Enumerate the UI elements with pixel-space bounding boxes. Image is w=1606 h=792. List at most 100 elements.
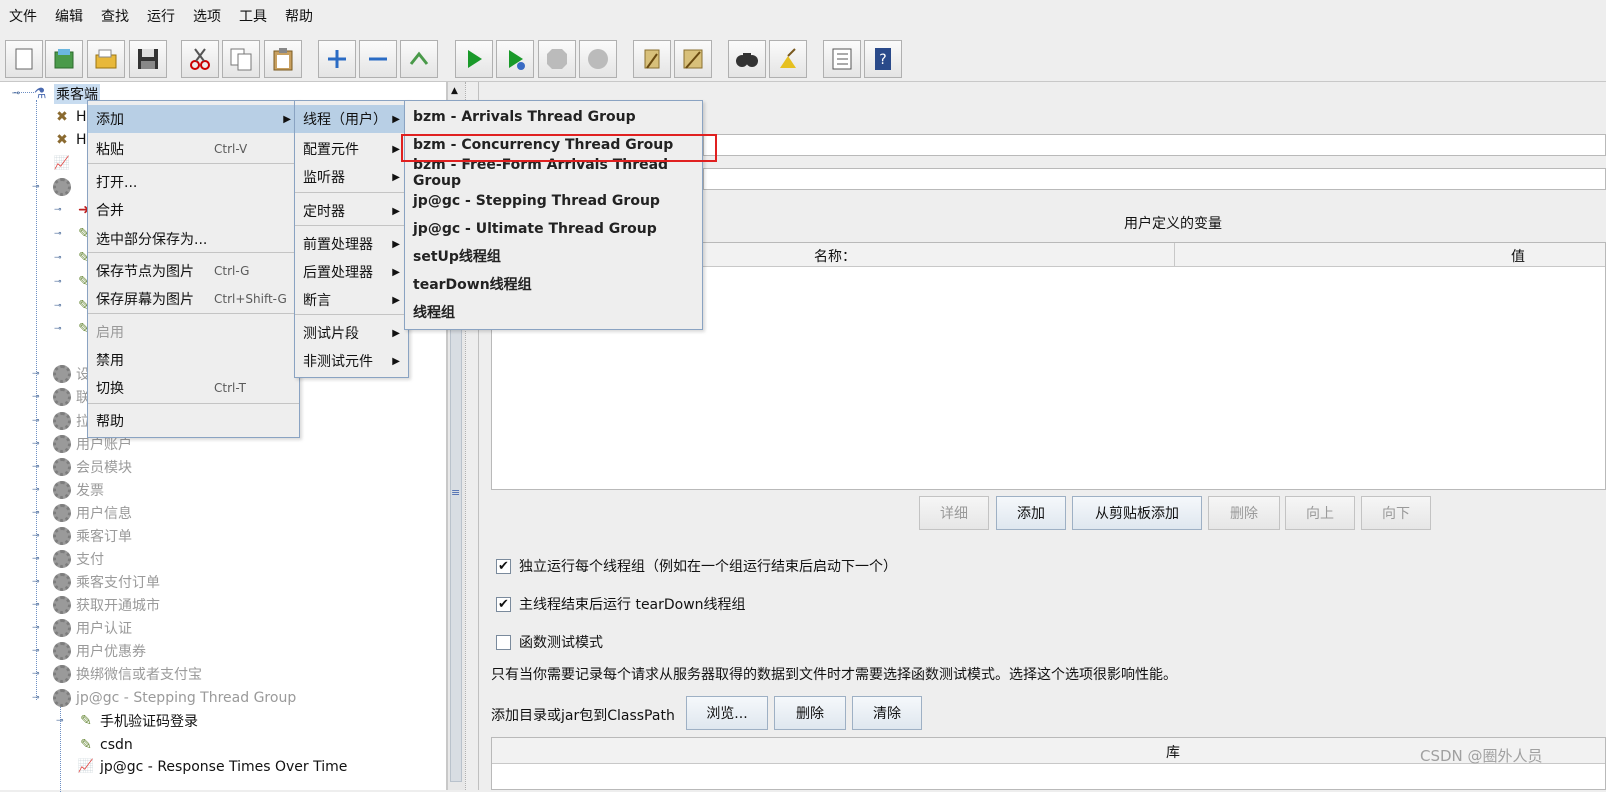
- expander-icon[interactable]: ⊸: [32, 693, 40, 703]
- tree-item[interactable]: ⊸ ✎ 手机验证码登录: [56, 709, 198, 732]
- stop-icon[interactable]: [538, 40, 576, 78]
- move-down-button[interactable]: 向下: [1361, 496, 1431, 530]
- tree-item[interactable]: ⊸ 联: [32, 385, 90, 408]
- tree-item[interactable]: ⊸ 获取开通城市: [32, 593, 160, 616]
- tree-item[interactable]: ✎ csdn: [76, 733, 133, 756]
- tree-item[interactable]: ⊸ 会员模块: [32, 455, 132, 478]
- checkbox[interactable]: ✔: [496, 596, 511, 612]
- expander-icon[interactable]: ⊸: [32, 416, 40, 426]
- expand-icon[interactable]: [318, 40, 356, 78]
- tree-root[interactable]: ⊸ ⚗ 乘客端: [6, 82, 100, 105]
- add-submenu-item[interactable]: 后置处理器 ▶: [295, 258, 408, 286]
- tree-item[interactable]: ✖ H: [52, 105, 86, 128]
- help-icon[interactable]: ?: [864, 40, 902, 78]
- cut-icon[interactable]: [181, 40, 219, 78]
- tree-item[interactable]: ⊸ 用户信息: [32, 501, 132, 524]
- open-icon[interactable]: [87, 40, 125, 78]
- expander-icon[interactable]: ⊸: [54, 277, 62, 287]
- menu-help[interactable]: 帮助: [276, 0, 322, 34]
- browse-button[interactable]: 浏览...: [686, 696, 768, 730]
- delete-button[interactable]: 删除: [1208, 496, 1280, 530]
- copy-icon[interactable]: [222, 40, 260, 78]
- tree-item[interactable]: ⊸ jp@gc - Stepping Thread Group: [32, 686, 296, 709]
- scroll-up-icon[interactable]: ▲: [451, 86, 458, 96]
- menu-options[interactable]: 选项: [184, 0, 230, 34]
- expander-icon[interactable]: ⊸: [54, 324, 62, 334]
- tree-item[interactable]: ⊸ 用户优惠券: [32, 639, 146, 662]
- expander-icon[interactable]: ⊸: [32, 392, 40, 402]
- context-menu-item[interactable]: 切换 Ctrl-T: [88, 374, 299, 402]
- thread-group-item[interactable]: tearDown线程组: [405, 270, 702, 298]
- thread-group-item[interactable]: jp@gc - Stepping Thread Group: [405, 187, 702, 215]
- start-icon[interactable]: [455, 40, 493, 78]
- expander-icon[interactable]: ⊸: [6, 84, 26, 104]
- collapse-icon[interactable]: [359, 40, 397, 78]
- serialize-threadgroups-option[interactable]: ✔ 独立运行每个线程组（例如在一个组运行结束后启动下一个）: [496, 556, 897, 576]
- add-submenu-item[interactable]: 非测试元件 ▶: [295, 347, 408, 375]
- clear-icon[interactable]: [633, 40, 671, 78]
- add-submenu-item[interactable]: 配置元件 ▶: [295, 135, 408, 163]
- toggle-icon[interactable]: [400, 40, 438, 78]
- context-menu-item[interactable]: 启用: [88, 318, 299, 346]
- tree-item[interactable]: ⊸ 拉: [32, 409, 90, 432]
- thread-group-item[interactable]: jp@gc - Ultimate Thread Group: [405, 215, 702, 243]
- teardown-on-shutdown-option[interactable]: ✔ 主线程结束后运行 tearDown线程组: [496, 594, 746, 614]
- thread-group-item[interactable]: 线程组: [405, 298, 702, 326]
- add-submenu-item[interactable]: 测试片段 ▶: [295, 319, 408, 347]
- expander-icon[interactable]: ⊸: [54, 301, 62, 311]
- menu-file[interactable]: 文件: [0, 0, 46, 34]
- menu-edit[interactable]: 编辑: [46, 0, 92, 34]
- shutdown-icon[interactable]: [579, 40, 617, 78]
- expander-icon[interactable]: ⊸: [32, 554, 40, 564]
- menu-search[interactable]: 查找: [92, 0, 138, 34]
- clear-all-icon[interactable]: [674, 40, 712, 78]
- expander-icon[interactable]: ⊸: [32, 369, 40, 379]
- add-button[interactable]: 添加: [996, 496, 1066, 530]
- reset-search-icon[interactable]: [769, 40, 807, 78]
- expander-icon[interactable]: ⊸: [32, 669, 40, 679]
- expander-icon[interactable]: ⊸: [32, 577, 40, 587]
- name-field[interactable]: [703, 134, 1606, 156]
- thread-group-item[interactable]: setUp线程组: [405, 242, 702, 270]
- expander-icon[interactable]: ⊸: [32, 439, 40, 449]
- checkbox[interactable]: ✔: [496, 558, 511, 574]
- tree-item[interactable]: ✖ H: [52, 128, 86, 151]
- expander-icon[interactable]: ⊸: [32, 462, 40, 472]
- tree-item[interactable]: 📈: [52, 152, 76, 175]
- context-menu-item[interactable]: 添加 ▶: [88, 105, 299, 133]
- tree-item[interactable]: ⊸ 换绑微信或者支付宝: [32, 662, 202, 685]
- expander-icon[interactable]: ⊸: [32, 646, 40, 656]
- classpath-delete-button[interactable]: 删除: [774, 696, 846, 730]
- expander-icon[interactable]: ⊸: [32, 531, 40, 541]
- tree-item[interactable]: 📈 jp@gc - Response Times Over Time: [76, 755, 348, 778]
- comment-field[interactable]: [703, 168, 1606, 190]
- checkbox[interactable]: [496, 634, 511, 650]
- thread-group-item[interactable]: bzm - Arrivals Thread Group: [405, 103, 702, 131]
- tree-item[interactable]: ⊸ 支付: [32, 547, 104, 570]
- expander-icon[interactable]: ⊸: [32, 485, 40, 495]
- expander-icon[interactable]: ⊸: [54, 205, 62, 215]
- context-menu-item[interactable]: 禁用: [88, 346, 299, 374]
- new-icon[interactable]: [5, 40, 43, 78]
- context-menu-item[interactable]: 合并: [88, 196, 299, 224]
- expander-icon[interactable]: ⊸: [32, 600, 40, 610]
- function-helper-icon[interactable]: [823, 40, 861, 78]
- tree-item[interactable]: ⊸ 发票: [32, 478, 104, 501]
- tree-item[interactable]: ⊸ 乘客支付订单: [32, 570, 160, 593]
- context-menu-item[interactable]: 保存屏幕为图片 Ctrl+Shift-G: [88, 285, 299, 313]
- add-submenu-item[interactable]: 断言 ▶: [295, 286, 408, 314]
- templates-icon[interactable]: [45, 40, 83, 78]
- move-up-button[interactable]: 向上: [1285, 496, 1355, 530]
- thread-group-item[interactable]: bzm - Free-Form Arrivals Thread Group: [405, 157, 702, 189]
- save-icon[interactable]: [129, 40, 167, 78]
- expander-icon[interactable]: ⊸: [32, 508, 40, 518]
- tree-item[interactable]: ⊸ 乘客订单: [32, 524, 132, 547]
- tree-item[interactable]: ⊸: [32, 175, 76, 198]
- tree-item[interactable]: ⊸ 设: [32, 362, 90, 385]
- context-menu-item[interactable]: 选中部分保存为...: [88, 225, 299, 253]
- add-submenu-item[interactable]: 定时器 ▶: [295, 197, 408, 225]
- functional-test-mode-option[interactable]: 函数测试模式: [496, 632, 603, 652]
- context-menu-item[interactable]: 打开...: [88, 168, 299, 196]
- expander-icon[interactable]: ⊸: [54, 253, 62, 263]
- context-menu-item[interactable]: 粘贴 Ctrl-V: [88, 135, 299, 163]
